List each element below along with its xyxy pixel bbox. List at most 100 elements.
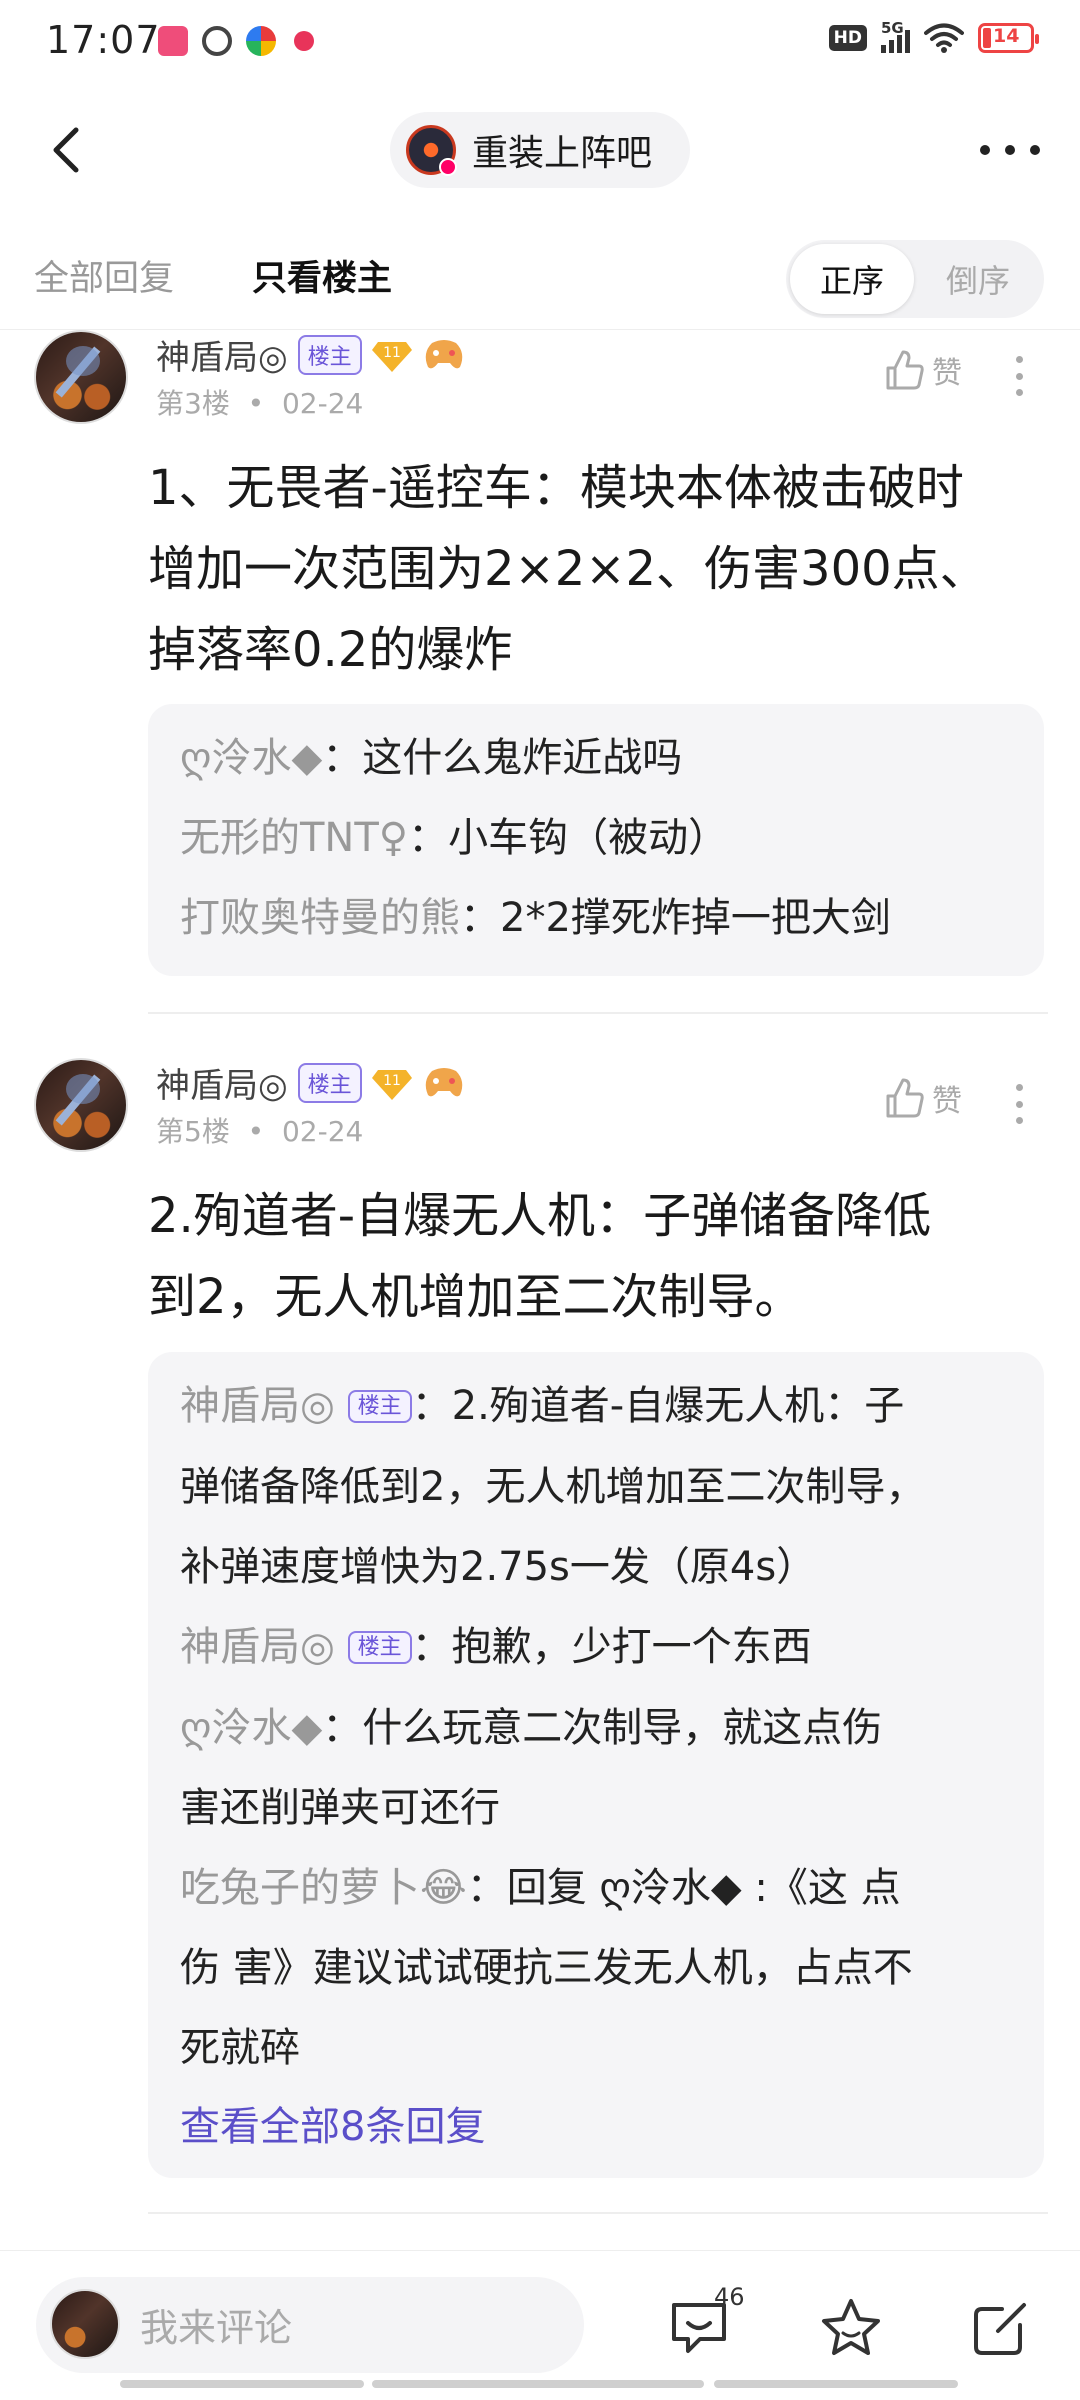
thumbs-up-icon (886, 1078, 924, 1118)
reply-author[interactable]: 打败奥特曼的熊 (180, 895, 460, 941)
like-button[interactable]: 赞 (882, 348, 962, 392)
post-date: 02-24 (281, 1115, 364, 1148)
status-bar: 17:07 HD 5G 14 (0, 0, 1080, 84)
floor-number: 第3楼 (156, 387, 230, 420)
status-time: 17:07 (46, 18, 161, 62)
avatar (50, 2289, 120, 2359)
forum-name: 重装上阵吧 (472, 133, 653, 174)
post-body: 1、无畏者-遥控车：模块本体被击破时 增加一次范围为2×2×2、伤害300点、 … (148, 448, 1048, 691)
reply-text: ：这什么鬼炸近战吗 (322, 735, 683, 781)
reply-item: 打败奥特曼的熊：2*2撑死炸掉一把大剑 (180, 878, 1012, 958)
like-button[interactable]: 赞 (882, 1076, 962, 1120)
thumbs-up-icon (886, 350, 924, 390)
home-indicator (372, 2380, 704, 2388)
app-notification-icon (246, 26, 276, 56)
forum-avatar (406, 125, 457, 176)
post-body: 2.殉道者-自爆无人机：子弹储备降低 到2，无人机增加至二次制导。 (148, 1176, 1048, 1338)
author-name[interactable]: 神盾局◎ (156, 330, 288, 379)
forum-title-pill[interactable]: 重装上阵吧 (390, 112, 690, 188)
reply-text: ：2*2撑死炸掉一把大剑 (460, 895, 891, 941)
meta-separator: • (238, 1115, 274, 1148)
reply-text: ：抱歉，少打一个东西 (411, 1624, 812, 1670)
reply-item: 无形的TNT♀：小车钩（被动） (180, 798, 1012, 878)
post-more-icon[interactable] (1016, 356, 1024, 396)
post-meta: 第5楼 • 02-24 (156, 1110, 363, 1150)
reply-text: ：2.殉道者-自爆无人机：子 (411, 1383, 905, 1429)
home-indicator (120, 2380, 364, 2388)
divider (148, 2212, 1048, 2214)
reply-item: ღ泠水◆：什么玩意二次制导，就这点伤 害还削弹夹可还行 (180, 1688, 1012, 1848)
owner-tag: 楼主 (347, 1631, 412, 1664)
app-notification-icon (294, 31, 314, 51)
gamepad-icon (425, 1067, 462, 1096)
divider (148, 1012, 1048, 1014)
like-label: 赞 (932, 1084, 962, 1119)
share-icon[interactable] (968, 2295, 1034, 2361)
post-body-line: 增加一次范围为2×2×2、伤害300点、 (148, 541, 988, 597)
comment-count: 46 (714, 2283, 745, 2311)
comment-placeholder: 我来评论 (140, 2306, 293, 2350)
level-badge-icon: 11 (371, 1066, 412, 1100)
reply-text: 补弹速度增快为2.75s一发（原4s） (180, 1544, 817, 1590)
wifi-icon (924, 23, 964, 53)
hd-badge: HD (828, 25, 867, 51)
reply-author[interactable]: 无形的TNT♀ (180, 815, 408, 861)
author-name[interactable]: 神盾局◎ (156, 1058, 288, 1107)
reply-author[interactable]: 吃兔子的萝卜😂 (180, 1865, 467, 1911)
tab-all-replies[interactable]: 全部回复 (34, 250, 174, 301)
sort-descending-button[interactable]: 倒序 (916, 244, 1040, 314)
reply-text: 伤 害》建议试试硬抗三发无人机，占点不 (180, 1945, 913, 1991)
reply-author[interactable]: ღ泠水◆ (180, 1705, 322, 1751)
battery-icon: 14 (978, 23, 1039, 53)
floor-number: 第5楼 (156, 1115, 230, 1148)
post-meta: 第3楼 • 02-24 (156, 382, 363, 422)
status-indicators: HD 5G 14 (828, 19, 1039, 54)
reply-text: 害还削弹夹可还行 (180, 1785, 500, 1831)
level-number: 11 (383, 345, 401, 361)
avatar[interactable] (34, 330, 128, 424)
author-row: 神盾局◎ 楼主 11 (156, 330, 466, 379)
tab-owner-only[interactable]: 只看楼主 (252, 250, 392, 301)
owner-tag: 楼主 (297, 334, 362, 375)
reply-item: 神盾局◎ 楼主 ：抱歉，少打一个东西 (180, 1607, 1012, 1688)
star-icon[interactable] (818, 2295, 884, 2361)
post-body-line: 到2，无人机增加至二次制导。 (148, 1269, 803, 1325)
bottom-bar: 我来评论 46 (0, 2250, 1080, 2400)
notification-icons (158, 26, 314, 56)
reply-item: 神盾局◎ 楼主 ：2.殉道者-自爆无人机：子 弹储备降低到2，无人机增加至二次制导… (180, 1366, 1012, 1607)
top-nav: 重装上阵吧 (0, 100, 1080, 200)
reply-text: 死就碎 (180, 2025, 300, 2071)
battery-level: 14 (993, 25, 1020, 47)
reply-text: ：回复 ღ泠水◆ :《这 点 (466, 1865, 901, 1911)
post-body-line: 2.殉道者-自爆无人机：子弹储备降低 (148, 1188, 932, 1244)
author-row: 神盾局◎ 楼主 11 (156, 1058, 466, 1107)
back-arrow-icon[interactable] (40, 122, 96, 178)
filter-bar: 全部回复 只看楼主 正序 倒序 (0, 230, 1080, 330)
owner-tag: 楼主 (347, 1390, 412, 1423)
reply-item: 吃兔子的萝卜😂：回复 ღ泠水◆ :《这 点 伤 害》建议试试硬抗三发无人机，占点… (180, 1848, 1012, 2088)
post-date: 02-24 (281, 387, 364, 420)
reply-text: ：什么玩意二次制导，就这点伤 (322, 1705, 883, 1751)
owner-tag: 楼主 (297, 1062, 362, 1103)
home-indicator (714, 2380, 958, 2388)
sort-ascending-button[interactable]: 正序 (790, 244, 914, 314)
reply-box[interactable]: 神盾局◎ 楼主 ：2.殉道者-自爆无人机：子 弹储备降低到2，无人机增加至二次制导… (148, 1352, 1044, 2178)
more-options-icon[interactable] (980, 130, 1040, 170)
app-notification-icon (202, 26, 232, 56)
post-more-icon[interactable] (1016, 1084, 1024, 1124)
signal-icon: 5G (881, 19, 910, 53)
reply-item: ღ泠水◆：这什么鬼炸近战吗 (180, 718, 1012, 798)
reply-box[interactable]: ღ泠水◆：这什么鬼炸近战吗 无形的TNT♀：小车钩（被动） 打败奥特曼的熊：2*… (148, 704, 1044, 976)
reply-author[interactable]: ღ泠水◆ (180, 735, 322, 781)
view-all-replies-link[interactable]: 查看全部8条回复 (180, 2088, 1012, 2166)
avatar[interactable] (34, 1058, 128, 1152)
app-notification-icon (158, 26, 188, 56)
reply-text: ：小车钩（被动） (408, 815, 729, 861)
level-number: 11 (383, 1073, 401, 1089)
reply-text: 弹储备降低到2，无人机增加至二次制导， (180, 1464, 926, 1510)
post-body-line: 掉落率0.2的爆炸 (148, 622, 513, 678)
reply-author[interactable]: 神盾局◎ (180, 1624, 335, 1670)
reply-author[interactable]: 神盾局◎ (180, 1383, 335, 1429)
post-body-line: 1、无畏者-遥控车：模块本体被击破时 (148, 460, 964, 516)
network-type: 5G (881, 19, 904, 37)
